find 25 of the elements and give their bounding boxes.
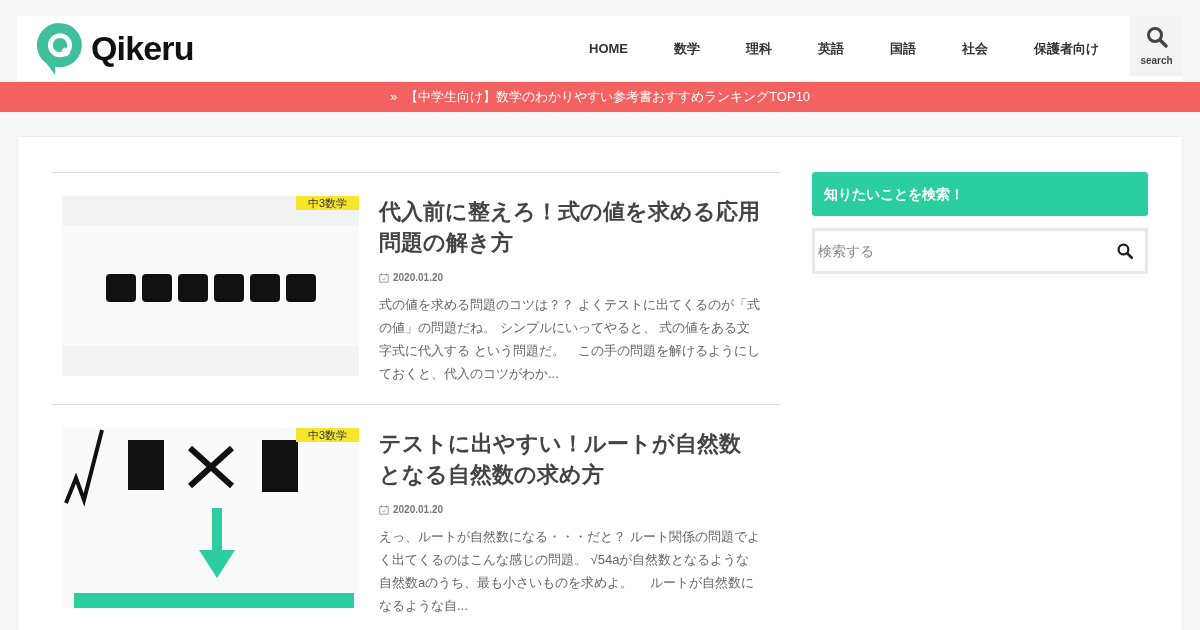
nav-link[interactable]: 数学 — [651, 38, 723, 59]
category-tag: 中3数学 — [295, 428, 359, 442]
search-field[interactable]: 検索する — [812, 228, 1148, 274]
nav-link[interactable]: HOME — [566, 38, 651, 59]
post-title[interactable]: テストに出やすい！ルートが自然数となる自然数の求め方 — [379, 428, 763, 490]
post-excerpt: えっ、ルートが自然数になる・・・だと？ ルート関係の問題でよく出てくるのはこんな感じの問題。 √54aが自然数となるような自然数aのうち、最も小さいものを求めよ。 ルートが自然数になるような自... — [379, 528, 761, 615]
nav-link[interactable]: 保護者向け — [1011, 38, 1122, 59]
logo-icon — [37, 22, 83, 75]
category-tag: 中3数学 — [295, 196, 359, 210]
post-date: 2020.01.20 — [393, 271, 444, 285]
post-excerpt: 式の値を求める問題のコツは？？ よくテストに出てくるのが「式の値」の問題だね。 シンプルにいってやると、 式の値をある文字式に代入する という問題だ。 この手の問題を解けるようにしておくと、代入のコツがわか... — [379, 296, 761, 383]
chevron-icon: » — [389, 87, 398, 107]
search-icon — [1144, 24, 1169, 49]
nav-link[interactable]: 英語 — [795, 38, 867, 59]
nav-link[interactable]: 理科 — [723, 38, 795, 59]
post-date: 2020.01.20 — [393, 503, 444, 517]
widget-heading: 知りたいことを検索！ — [812, 172, 1148, 216]
logo-text: Qikeru — [91, 28, 194, 69]
search-icon — [1116, 242, 1134, 260]
nav-link[interactable]: 国語 — [867, 38, 939, 59]
search-button[interactable]: search — [1130, 16, 1183, 76]
nav-link[interactable]: 社会 — [939, 38, 1011, 59]
calendar-icon — [379, 272, 389, 283]
post-title[interactable]: 代入前に整えろ！式の値を求める応用問題の解き方 — [379, 196, 763, 258]
calendar-icon — [379, 504, 389, 515]
